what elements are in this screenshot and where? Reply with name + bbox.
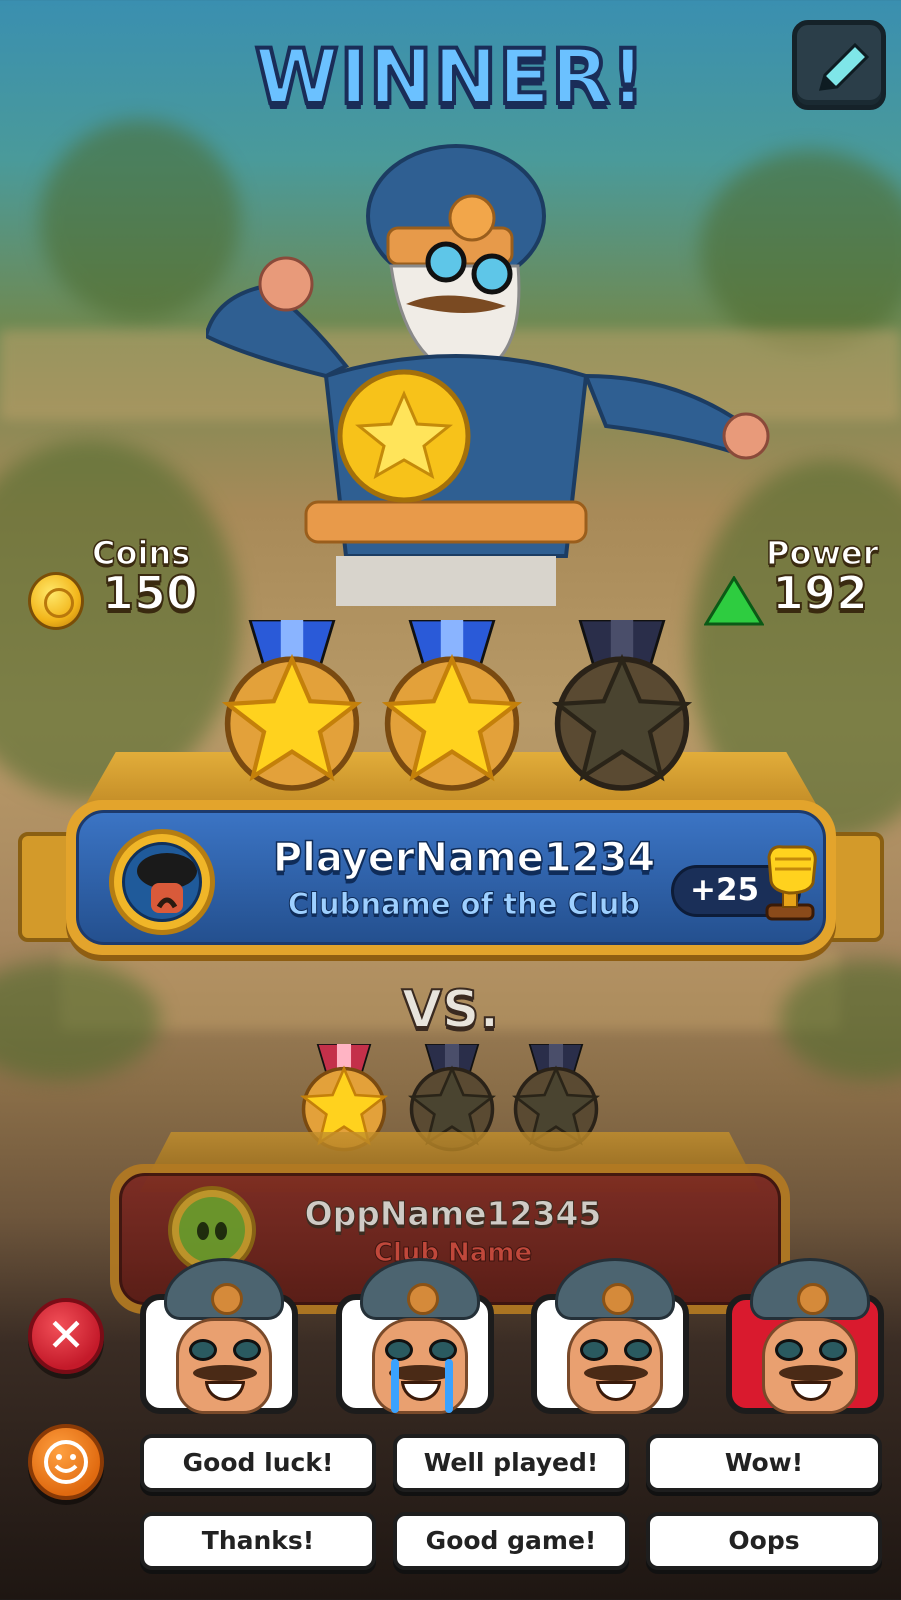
close-button[interactable]: ✕ <box>28 1298 104 1374</box>
emote-laughing-face[interactable] <box>531 1258 689 1414</box>
star-medal-earned-icon <box>222 620 362 791</box>
character-illustration <box>206 144 770 606</box>
pencil-icon <box>818 42 870 91</box>
quick-chat-button[interactable]: Well played! <box>393 1434 629 1492</box>
power-value: 192 <box>771 565 869 621</box>
emote-button[interactable] <box>28 1424 104 1500</box>
edit-button[interactable] <box>792 20 886 110</box>
coins-value: 150 <box>101 565 199 621</box>
opponent-name: OppName12345 <box>304 1194 602 1234</box>
versus-label: VS. <box>401 979 500 1041</box>
quick-chat-button[interactable]: Good game! <box>393 1512 629 1570</box>
quick-chat-button[interactable]: Good luck! <box>140 1434 376 1492</box>
trophy-delta: +25 <box>690 872 760 908</box>
emote-happy-face[interactable] <box>140 1258 298 1414</box>
emote-crying-face[interactable] <box>336 1258 494 1414</box>
smiley-icon <box>44 1440 88 1484</box>
player-banner: PlayerName1234 Clubname of the Club +25 <box>66 800 836 955</box>
power-up-arrow-icon <box>704 576 764 626</box>
winner-title: WINNER! <box>253 30 647 123</box>
quick-chat-button[interactable]: Oops <box>646 1512 882 1570</box>
quick-chat-button[interactable]: Wow! <box>646 1434 882 1492</box>
fist-trophy-icon <box>765 845 817 921</box>
quick-chat-button[interactable]: Thanks! <box>140 1512 376 1570</box>
star-medal-earned-icon <box>382 620 522 791</box>
coin-icon <box>28 572 84 630</box>
star-medal-empty-icon <box>552 620 692 791</box>
close-icon: ✕ <box>46 1308 86 1362</box>
emote-angry-face[interactable] <box>726 1258 884 1414</box>
